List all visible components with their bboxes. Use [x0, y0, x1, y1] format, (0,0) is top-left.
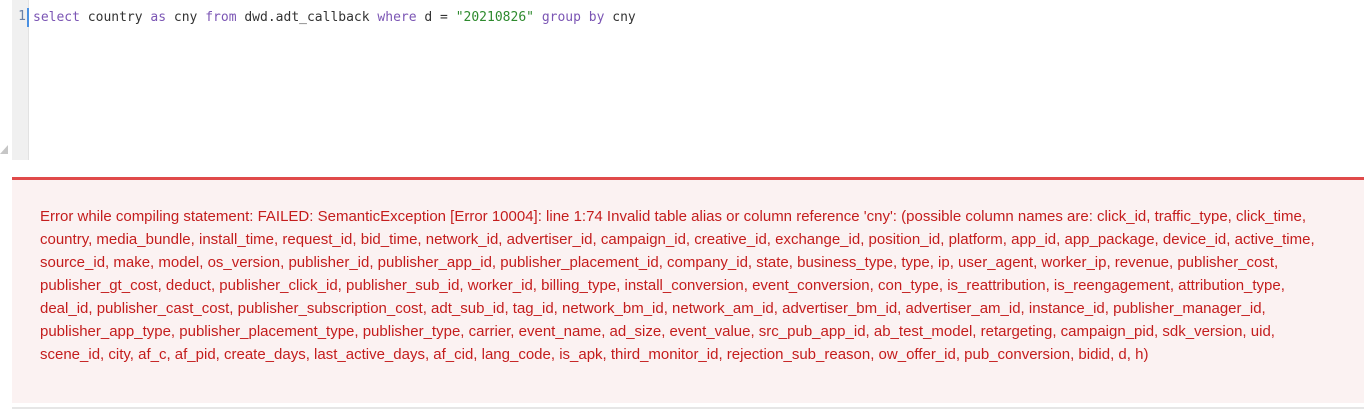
code-token: d = — [416, 10, 456, 25]
code-token: country — [79, 10, 151, 25]
keyword-group: group — [541, 10, 581, 25]
code-line[interactable]: select country as cny from dwd.adt_callb… — [33, 9, 636, 27]
keyword-select: select — [33, 10, 80, 25]
string-literal: "20210826" — [455, 10, 534, 25]
code-token: cny — [166, 10, 206, 25]
keyword-as: as — [150, 10, 167, 25]
keyword-by: by — [588, 10, 605, 25]
text-cursor — [27, 8, 29, 27]
code-token: cny — [604, 10, 636, 25]
page: 1 select country as cny from dwd.adt_cal… — [0, 0, 1367, 412]
keyword-where: where — [377, 10, 417, 25]
keyword-from: from — [205, 10, 237, 25]
line-number: 1 — [18, 9, 26, 24]
resize-handle-icon[interactable] — [0, 145, 8, 154]
code-token: dwd.adt_callback — [236, 10, 378, 25]
divider — [12, 407, 1364, 409]
sql-editor[interactable]: 1 select country as cny from dwd.adt_cal… — [12, 0, 1367, 160]
error-message: Error while compiling statement: FAILED:… — [40, 208, 1315, 363]
error-panel: Error while compiling statement: FAILED:… — [12, 177, 1364, 403]
